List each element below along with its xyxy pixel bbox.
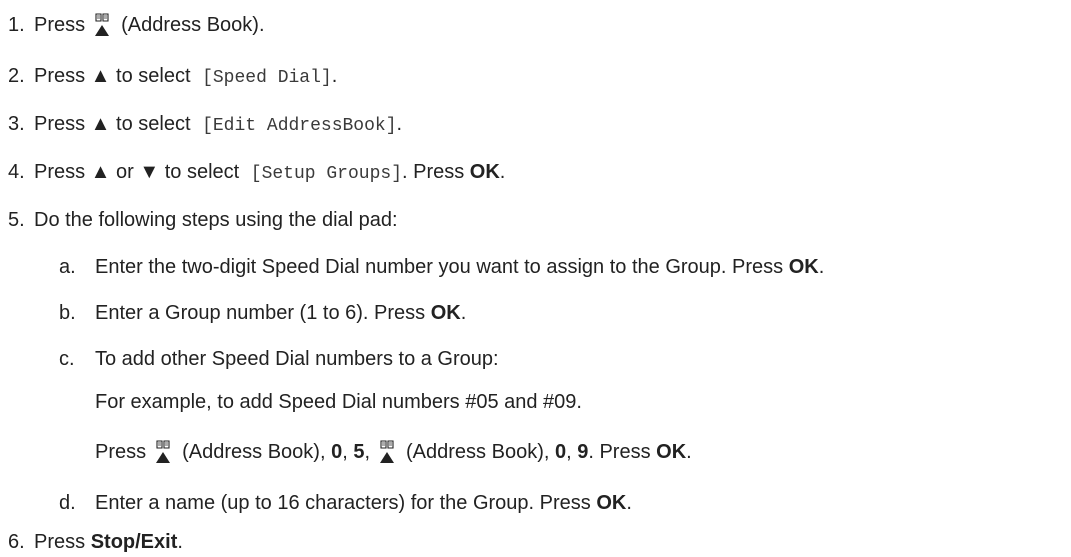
step-text: Press ▲ or ▼ to select — [34, 160, 245, 183]
substep-text: Enter a name (up to 16 characters) for t… — [95, 491, 597, 514]
substep-letter: b. — [59, 301, 76, 324]
punctuation: . — [686, 440, 692, 463]
punctuation: . — [396, 112, 403, 135]
menu-option-code: [Edit AddressBook] — [202, 115, 397, 136]
punctuation: . — [460, 301, 467, 324]
ok-key: OK — [788, 255, 819, 278]
ok-key: OK — [656, 440, 687, 463]
punctuation: , — [566, 440, 572, 463]
punctuation: . — [818, 255, 825, 278]
substep-text: Enter the two-digit Speed Dial number yo… — [95, 255, 789, 278]
digit-key: 0 — [554, 440, 567, 463]
digit-key: 9 — [577, 440, 589, 463]
example-text: (Address Book), — [406, 440, 550, 463]
step-text: Press ▲ to select — [34, 64, 197, 87]
ok-key: OK — [430, 301, 461, 324]
punctuation: . — [626, 491, 632, 514]
punctuation: . — [331, 64, 338, 87]
address-book-icon — [376, 439, 398, 465]
step-text: . Press — [402, 160, 470, 183]
example-text: For example, to add Speed Dial numbers #… — [95, 390, 582, 413]
substep-text: Enter a Group number (1 to 6). Press — [95, 301, 431, 324]
example-text: . Press — [588, 440, 651, 463]
punctuation: , — [342, 440, 348, 463]
step-text: (Address Book). — [121, 13, 265, 36]
substep-letter: c. — [59, 347, 75, 370]
ok-key: OK — [469, 160, 500, 183]
address-book-icon — [91, 12, 113, 38]
punctuation: . — [177, 530, 183, 553]
step-text: Do the following steps using the dial pa… — [34, 208, 398, 231]
ok-key: OK — [596, 491, 627, 514]
punctuation: . — [499, 160, 506, 183]
stop-exit-key: Stop/Exit — [90, 530, 178, 553]
substep-letter: a. — [59, 255, 76, 278]
instruction-document: 1. Press (Address Book). 2. Press ▲ to s… — [0, 0, 1071, 556]
example-text: (Address Book), — [182, 440, 326, 463]
step-text: Press — [34, 530, 91, 553]
example-text: Press — [95, 440, 147, 463]
digit-key: 0 — [331, 440, 343, 463]
punctuation: , — [364, 440, 371, 463]
substep-text: To add other Speed Dial numbers to a Gro… — [95, 347, 499, 370]
menu-option-code: [Setup Groups] — [250, 163, 402, 184]
address-book-icon — [152, 439, 174, 465]
menu-option-code: [Speed Dial] — [202, 67, 332, 88]
digit-key: 5 — [353, 440, 365, 463]
substep-letter: d. — [59, 491, 76, 514]
step-text: Press — [34, 13, 86, 36]
step-text: Press ▲ to select — [34, 112, 197, 135]
